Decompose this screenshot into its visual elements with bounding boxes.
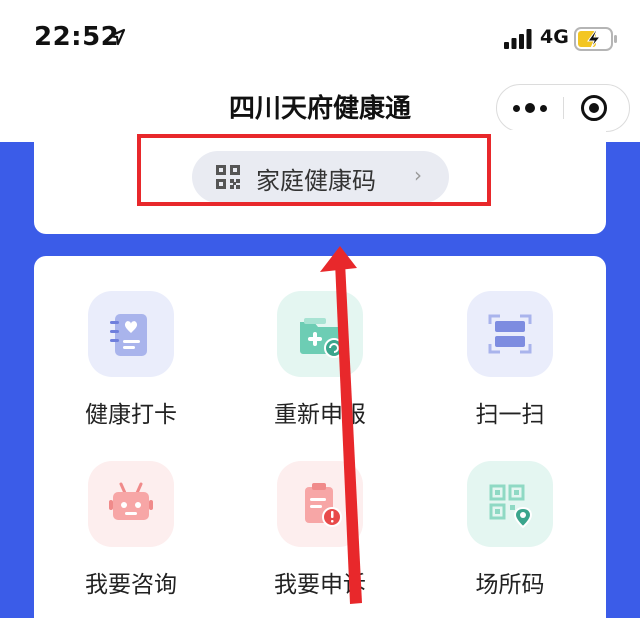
capsule-divider xyxy=(563,97,564,119)
signal-icon xyxy=(504,29,532,49)
tile-venue-code[interactable]: 场所码 xyxy=(430,461,590,621)
close-miniapp-button[interactable] xyxy=(581,95,607,121)
robot-consult-icon xyxy=(88,461,174,547)
appeal-icon xyxy=(277,461,363,547)
tile-label: 我要咨询 xyxy=(85,572,177,598)
target-circle-icon xyxy=(589,103,599,113)
venue-code-icon xyxy=(467,461,553,547)
tile-re-declare[interactable]: 重新申报 xyxy=(240,291,400,451)
more-dot-icon xyxy=(513,104,520,112)
battery-charging-icon xyxy=(574,27,617,51)
re-declare-icon xyxy=(277,291,363,377)
services-grid-card: 健康打卡 重新申报 扫一扫 我要咨询 我要申诉 场所码 xyxy=(34,256,606,618)
tile-appeal[interactable]: 我要申诉 xyxy=(240,461,400,621)
status-time: 22:52 xyxy=(34,22,120,52)
more-dot-icon xyxy=(525,103,535,113)
more-button[interactable] xyxy=(497,85,563,131)
tile-health-checkin[interactable]: 健康打卡 xyxy=(51,291,211,451)
status-bar: 22:52 4G xyxy=(0,0,640,76)
miniapp-capsule xyxy=(496,84,630,132)
more-dot-icon xyxy=(540,104,547,112)
highlight-box xyxy=(137,134,491,206)
network-label: 4G xyxy=(540,26,569,48)
tile-label: 扫一扫 xyxy=(475,402,545,428)
tile-label: 我要申诉 xyxy=(274,572,366,598)
scan-icon xyxy=(467,291,553,377)
tile-label: 场所码 xyxy=(475,572,545,598)
health-checkin-icon xyxy=(88,291,174,377)
location-arrow-icon xyxy=(108,28,126,46)
tile-scan[interactable]: 扫一扫 xyxy=(430,291,590,451)
tile-label: 健康打卡 xyxy=(85,402,177,428)
tile-label: 重新申报 xyxy=(274,402,366,428)
tile-consult[interactable]: 我要咨询 xyxy=(51,461,211,621)
